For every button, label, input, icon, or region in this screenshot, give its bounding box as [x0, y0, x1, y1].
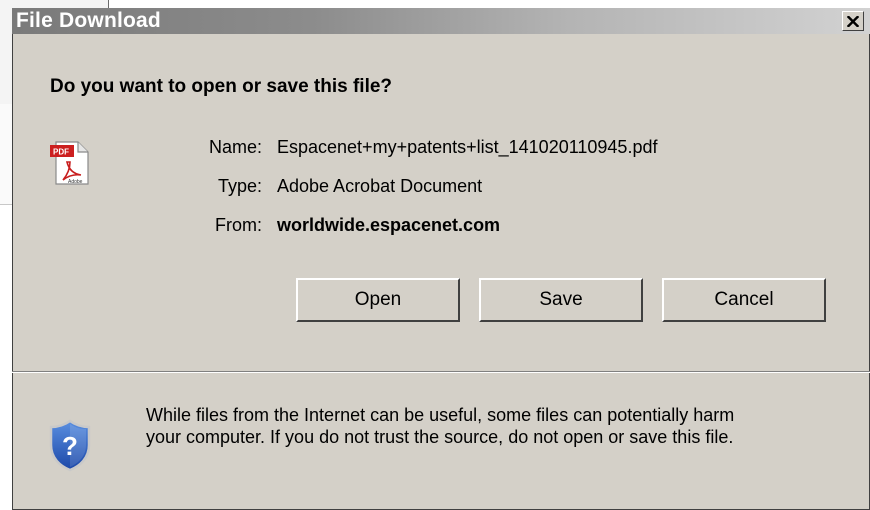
dialog-title: File Download: [16, 9, 161, 32]
file-name-value: Espacenet+my+patents+list_141020110945.p…: [277, 137, 658, 157]
separator-highlight: [12, 372, 870, 373]
warning-line-1: While files from the Internet can be use…: [146, 405, 735, 425]
pdf-badge-text: PDF: [53, 148, 69, 157]
dialog-question: Do you want to open or save this file?: [50, 76, 393, 97]
source-host-value: worldwide.espacenet.com: [277, 215, 501, 235]
file-download-dialog: File Download Do you want to open or sav…: [12, 8, 870, 510]
name-label: Name:: [208, 137, 262, 157]
close-button[interactable]: [842, 11, 864, 31]
cancel-button[interactable]: Cancel: [662, 278, 826, 322]
title-bar[interactable]: File Download: [12, 8, 870, 34]
file-type-value: Adobe Acrobat Document: [277, 176, 483, 196]
from-label: From:: [215, 215, 262, 235]
security-shield-icon: ?: [49, 419, 91, 472]
type-label: Type:: [217, 176, 262, 196]
pdf-file-icon: PDF Adobe: [50, 141, 89, 185]
warning-line-2: your computer. If you do not trust the s…: [146, 427, 734, 447]
pdf-brand-text: Adobe: [68, 179, 83, 185]
close-icon: [847, 15, 859, 27]
save-button[interactable]: Save: [479, 278, 643, 322]
security-warning-text: While files from the Internet can be use…: [146, 404, 846, 448]
open-button[interactable]: Open: [296, 278, 460, 322]
svg-text:?: ?: [62, 431, 78, 461]
